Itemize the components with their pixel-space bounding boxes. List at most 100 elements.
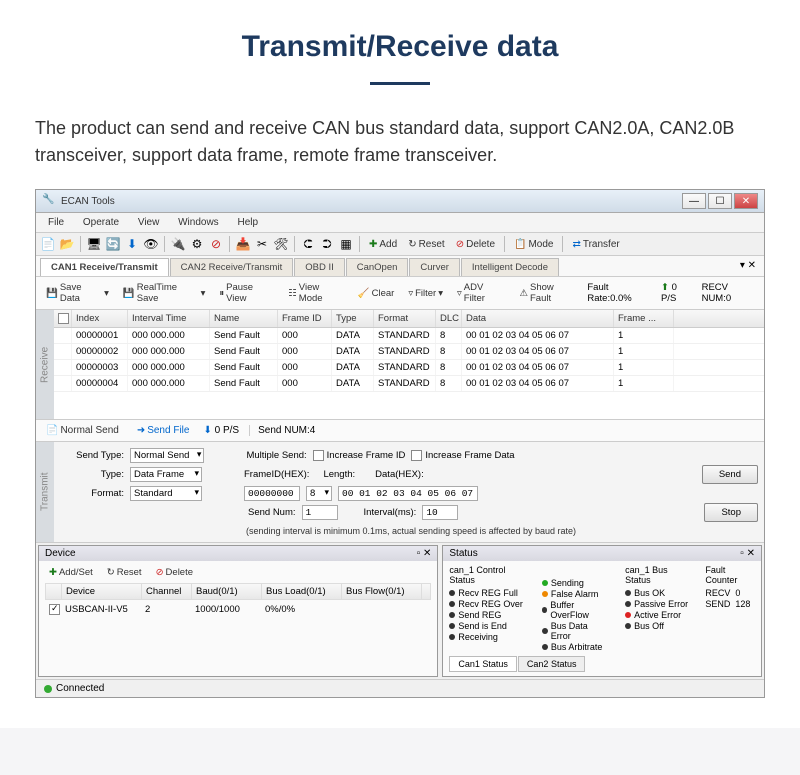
tab-can2[interactable]: CAN2 Receive/Transmit bbox=[170, 258, 294, 276]
close-button[interactable]: ✕ bbox=[734, 193, 758, 209]
realtime-save-button[interactable]: 💾RealTime Save ▾ bbox=[119, 280, 209, 306]
bus-status-head: can_1 Bus Status bbox=[625, 565, 689, 585]
stop-button[interactable]: Stop bbox=[704, 503, 758, 522]
device-addset-button[interactable]: ✚Add/Set bbox=[45, 565, 97, 580]
down-icon[interactable]: ⬇ bbox=[124, 236, 140, 252]
reset-button[interactable]: ↻Reset bbox=[404, 237, 449, 252]
filter-button[interactable]: ▿Filter ▾ bbox=[404, 286, 447, 301]
receive-side-label: Receive bbox=[36, 310, 54, 419]
table-row[interactable]: 00000003000 000.000Send Fault000DATASTAN… bbox=[54, 360, 764, 376]
adv-filter-button[interactable]: ▿ADV Filter bbox=[453, 280, 509, 306]
clear-button[interactable]: 🧹Clear bbox=[354, 286, 399, 301]
add-button[interactable]: ✚Add bbox=[365, 237, 401, 252]
plug-icon[interactable]: 🔌 bbox=[170, 236, 186, 252]
normal-send-button[interactable]: 📄Normal Send bbox=[42, 423, 123, 438]
transfer-icon: ⇄ bbox=[572, 239, 580, 250]
col-name[interactable]: Name bbox=[210, 310, 278, 327]
dev-col-device[interactable]: Device bbox=[62, 584, 142, 599]
tool-icon[interactable]: 🛠 bbox=[273, 236, 289, 252]
interval-input[interactable]: 10 bbox=[422, 505, 458, 520]
send-toolbar: 📄Normal Send ➜Send File ⬇ 0 P/S Send NUM… bbox=[36, 420, 764, 442]
tabs-dropdown[interactable]: ▾ ✕ bbox=[736, 258, 760, 276]
tab-intelligent-decode[interactable]: Intelligent Decode bbox=[461, 258, 559, 276]
table-row[interactable]: 00000004000 000.000Send Fault000DATASTAN… bbox=[54, 376, 764, 392]
col-check[interactable] bbox=[54, 310, 72, 327]
connection-status: Connected bbox=[56, 683, 104, 694]
menu-help[interactable]: Help bbox=[229, 215, 266, 230]
length-dropdown[interactable]: 8 bbox=[306, 486, 332, 501]
view-icon[interactable]: 👁 bbox=[143, 236, 159, 252]
save-data-button[interactable]: 💾Save Data ▾ bbox=[42, 280, 113, 306]
filter-icon[interactable]: 📥 bbox=[235, 236, 251, 252]
panel-close-icon[interactable]: ▫ ✕ bbox=[417, 548, 432, 559]
table-row[interactable]: 00000002000 000.000Send Fault000DATASTAN… bbox=[54, 344, 764, 360]
increase-id-checkbox[interactable] bbox=[313, 450, 324, 461]
transfer-button[interactable]: ⇄Transfer bbox=[568, 237, 623, 252]
dev-col-channel[interactable]: Channel bbox=[142, 584, 192, 599]
type-dropdown[interactable]: Data Frame bbox=[130, 467, 202, 482]
menu-file[interactable]: File bbox=[40, 215, 72, 230]
transmit-side-label: Transmit bbox=[36, 442, 54, 542]
send-file-button[interactable]: ➜Send File bbox=[133, 423, 194, 438]
tab-canopen[interactable]: CanOpen bbox=[346, 258, 409, 276]
device-reset-button[interactable]: ↻Reset bbox=[103, 565, 146, 580]
dev-col-load[interactable]: Bus Load(0/1) bbox=[262, 584, 342, 599]
menu-view[interactable]: View bbox=[130, 215, 168, 230]
new-icon[interactable]: 📄 bbox=[40, 236, 56, 252]
tab-curver[interactable]: Curver bbox=[409, 258, 460, 276]
device-row[interactable]: USBCAN-II-V5 2 1000/1000 0%/0% bbox=[45, 600, 431, 619]
col-frame[interactable]: Frame ... bbox=[614, 310, 674, 327]
table-row[interactable]: 00000001000 000.000Send Fault000DATASTAN… bbox=[54, 328, 764, 344]
config-icon[interactable]: ⚙ bbox=[189, 236, 205, 252]
app-icon: 🔧 bbox=[42, 194, 56, 208]
panel-close-icon[interactable]: ▫ ✕ bbox=[740, 548, 755, 559]
dev-col-baud[interactable]: Baud(0/1) bbox=[192, 584, 262, 599]
tab-obd2[interactable]: OBD II bbox=[294, 258, 345, 276]
menu-windows[interactable]: Windows bbox=[170, 215, 227, 230]
format-dropdown[interactable]: Standard bbox=[130, 486, 202, 501]
stop-icon[interactable]: ⊘ bbox=[208, 236, 224, 252]
connect-icon[interactable]: 🖥 bbox=[86, 236, 102, 252]
send-button[interactable]: Send bbox=[702, 465, 758, 484]
tab-can1[interactable]: CAN1 Receive/Transmit bbox=[40, 258, 169, 276]
col-frameid[interactable]: Frame ID bbox=[278, 310, 332, 327]
status-item: Send REG bbox=[449, 610, 526, 620]
status-tab-can2[interactable]: Can2 Status bbox=[518, 656, 586, 672]
frameid-input[interactable]: 00000000 bbox=[244, 486, 300, 501]
col-format[interactable]: Format bbox=[374, 310, 436, 327]
prev-icon[interactable]: ⮈ bbox=[300, 236, 316, 252]
col-index[interactable]: Index bbox=[72, 310, 128, 327]
maximize-button[interactable]: ☐ bbox=[708, 193, 732, 209]
data-input[interactable]: 00 01 02 03 04 05 06 07 bbox=[338, 486, 478, 501]
col-data[interactable]: Data bbox=[462, 310, 614, 327]
pause-view-button[interactable]: ⏸Pause View bbox=[215, 280, 278, 306]
refresh-icon[interactable]: 🔄 bbox=[105, 236, 121, 252]
multiple-send-label: Multiple Send: bbox=[246, 450, 306, 461]
menu-operate[interactable]: Operate bbox=[75, 215, 127, 230]
cut-icon[interactable]: ✂ bbox=[254, 236, 270, 252]
show-fault-button[interactable]: ⚠Show Fault bbox=[515, 280, 579, 306]
col-interval[interactable]: Interval Time bbox=[128, 310, 210, 327]
col-type[interactable]: Type bbox=[332, 310, 374, 327]
send-num-label: Send NUM:4 bbox=[249, 425, 315, 436]
main-tabs: CAN1 Receive/Transmit CAN2 Receive/Trans… bbox=[36, 256, 764, 277]
next-icon[interactable]: ⮊ bbox=[319, 236, 335, 252]
dev-col-flow[interactable]: Bus Flow(0/1) bbox=[342, 584, 422, 599]
device-delete-button[interactable]: ⊘Delete bbox=[152, 565, 197, 580]
open-icon[interactable]: 📂 bbox=[59, 236, 75, 252]
delete-icon: ⊘ bbox=[456, 239, 464, 250]
mode-button[interactable]: 📋Mode bbox=[510, 237, 557, 252]
view-mode-button[interactable]: ☷View Mode bbox=[284, 280, 348, 306]
send-type-dropdown[interactable]: Normal Send bbox=[130, 448, 204, 463]
status-item: Recv REG Over bbox=[449, 599, 526, 609]
col-dlc[interactable]: DLC bbox=[436, 310, 462, 327]
delete-button[interactable]: ⊘Delete bbox=[452, 237, 499, 252]
toolbar-sep bbox=[294, 236, 295, 252]
sendnum-input[interactable]: 1 bbox=[302, 505, 338, 520]
status-tab-can1[interactable]: Can1 Status bbox=[449, 656, 517, 672]
device-checkbox[interactable] bbox=[49, 604, 60, 615]
increase-data-checkbox[interactable] bbox=[411, 450, 422, 461]
minimize-button[interactable]: — bbox=[682, 193, 706, 209]
window-icon[interactable]: ▦ bbox=[338, 236, 354, 252]
checkbox-icon[interactable] bbox=[58, 313, 69, 324]
